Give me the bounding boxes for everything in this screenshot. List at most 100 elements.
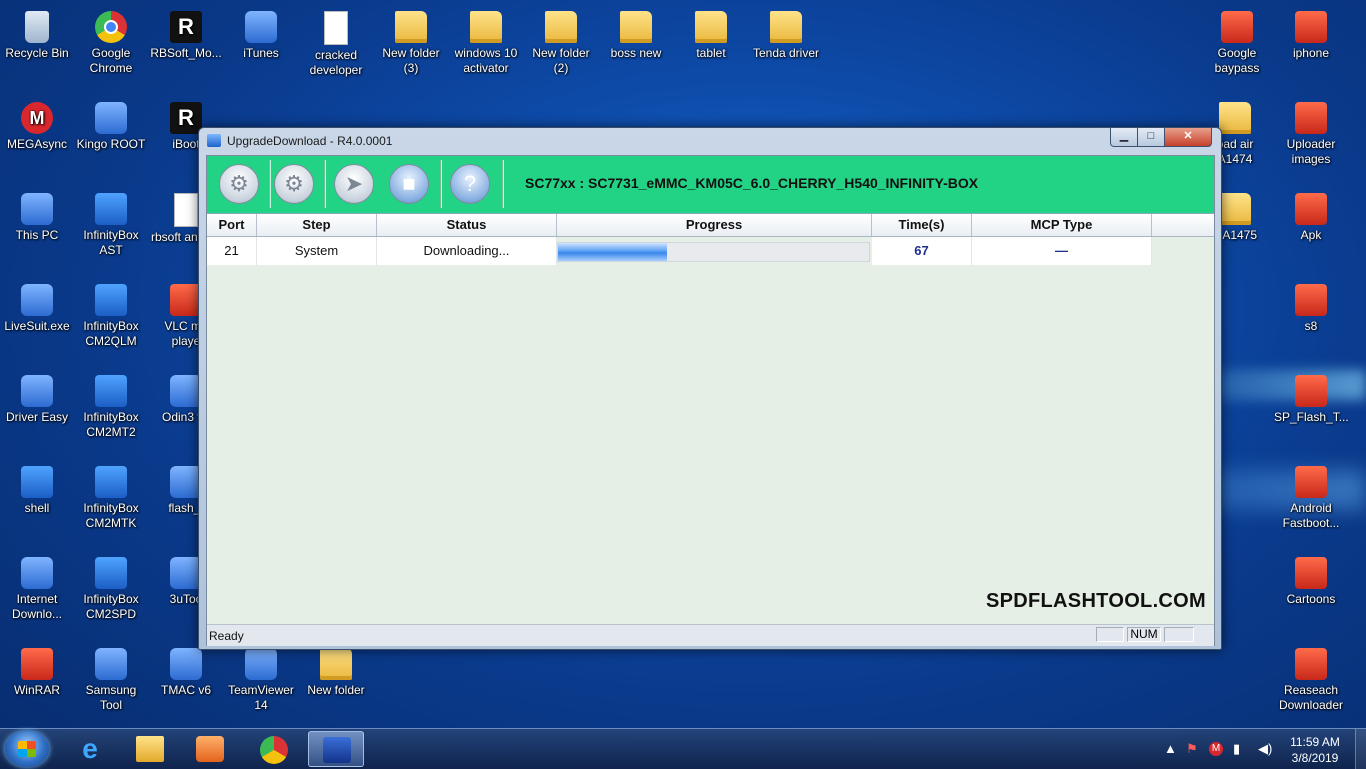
time-cell: 67 <box>872 237 972 265</box>
toolbar: ⚙ ⚙ ➤ ■ ? SC77xx : SC7731_eMMC_KM05C_6.0… <box>207 156 1214 214</box>
stop-icon: ■ <box>402 171 416 196</box>
toolbar-separator <box>440 160 442 208</box>
table-row[interactable]: 21 System Downloading... 67 — <box>207 237 1214 265</box>
desktop-icon-label: TMAC v6 <box>160 683 211 697</box>
desktop-icon[interactable]: Google baypass <box>1200 5 1274 76</box>
desktop-icon[interactable]: Kingo ROOT <box>74 96 148 152</box>
desktop-icon-label: Android Fastboot... <box>1282 501 1340 530</box>
desktop-icon[interactable]: Apk <box>1274 187 1348 243</box>
desktop-icon[interactable]: shell <box>0 460 74 516</box>
load-packet-button[interactable]: ⚙ <box>219 164 259 204</box>
desktop-icon-label: iTunes <box>243 46 279 60</box>
port-cell: 21 <box>207 237 257 265</box>
desktop-icon-label: Cartoons <box>1286 592 1336 606</box>
desktop-icon[interactable]: InfinityBox CM2QLM <box>74 278 148 349</box>
desktop-icon[interactable]: boss new <box>599 5 673 61</box>
desktop-icon[interactable]: tablet <box>674 5 748 61</box>
column-header-port[interactable]: Port <box>207 214 257 236</box>
grid-header: Port Step Status Progress Time(s) MCP Ty… <box>207 214 1214 237</box>
taskbar-upgrade-download[interactable] <box>308 731 364 767</box>
column-header-progress[interactable]: Progress <box>557 214 872 236</box>
taskbar-chrome[interactable] <box>246 731 302 767</box>
desktop-icon[interactable]: TMAC v6 <box>149 642 223 698</box>
desktop-icon[interactable]: s8 <box>1274 278 1348 334</box>
help-button[interactable]: ? <box>450 164 490 204</box>
column-header-step[interactable]: Step <box>257 214 377 236</box>
maximize-button[interactable]: □ <box>1137 128 1165 147</box>
app-icon <box>21 284 53 316</box>
status-pane-num: NUM <box>1127 627 1161 642</box>
desktop-icon[interactable]: Cartoons <box>1274 551 1348 607</box>
shield-icon <box>21 466 53 498</box>
red-icon <box>1295 102 1327 134</box>
column-header-mcp-type[interactable]: MCP Type <box>972 214 1152 236</box>
desktop-icon[interactable]: InfinityBox CM2MTK <box>74 460 148 531</box>
column-header-time[interactable]: Time(s) <box>872 214 972 236</box>
network-icon[interactable]: ▮ <box>1233 741 1240 757</box>
desktop-icon[interactable]: windows 10 activator <box>449 5 523 76</box>
desktop-icon-label: Kingo ROOT <box>76 137 146 151</box>
desktop-icon-label: iphone <box>1292 46 1330 60</box>
red-icon <box>1295 557 1327 589</box>
desktop-icon[interactable]: R RBSoft_Mo... <box>149 5 223 61</box>
desktop-icon[interactable]: cracked developer <box>299 5 373 78</box>
desktop-icon-label: cracked developer <box>309 48 363 77</box>
minimize-button[interactable]: ▁ <box>1110 128 1138 147</box>
app-icon <box>245 648 277 680</box>
red-icon <box>1295 648 1327 680</box>
taskbar-media-player[interactable] <box>182 731 238 767</box>
mega-tray-icon[interactable]: M <box>1209 742 1223 756</box>
app-icon <box>21 557 53 589</box>
mega-icon: M <box>21 102 53 134</box>
taskbar-internet-explorer[interactable]: e <box>62 731 118 767</box>
desktop-icon[interactable]: New folder (2) <box>524 5 598 76</box>
desktop-icon[interactable]: New folder (3) <box>374 5 448 76</box>
desktop-icon[interactable]: Reaseach Downloader <box>1274 642 1348 713</box>
shield-icon <box>95 466 127 498</box>
desktop-icon[interactable]: Google Chrome <box>74 5 148 76</box>
taskbar-file-explorer[interactable] <box>122 731 178 767</box>
stop-button[interactable]: ■ <box>389 164 429 204</box>
desktop-icon-label: InfinityBox CM2MTK <box>83 501 139 530</box>
settings-button[interactable]: ⚙ <box>274 164 314 204</box>
chrome-icon <box>95 11 127 43</box>
desktop-icon[interactable]: LiveSuit.exe <box>0 278 74 334</box>
desktop-icon[interactable]: Uploader images <box>1274 96 1348 167</box>
app-icon <box>95 648 127 680</box>
folder-icon <box>1219 193 1251 225</box>
desktop-icon[interactable]: New folder <box>299 642 373 698</box>
play-icon: ➤ <box>344 171 364 196</box>
desktop-icon[interactable]: Android Fastboot... <box>1274 460 1348 531</box>
clock-date: 3/8/2019 <box>1291 751 1339 765</box>
desktop-icon[interactable]: M MEGAsync <box>0 96 74 152</box>
desktop-icon[interactable]: iTunes <box>224 5 298 61</box>
start-button[interactable] <box>5 731 49 767</box>
desktop-icon[interactable]: TeamViewer 14 <box>224 642 298 713</box>
desktop-icon[interactable]: Internet Downlo... <box>0 551 74 622</box>
desktop-icon[interactable]: Driver Easy <box>0 369 74 425</box>
desktop-icon-label: Google Chrome <box>89 46 133 75</box>
desktop-icon-label: SP_Flash_T... <box>1274 410 1349 424</box>
desktop-icon[interactable]: iphone <box>1274 5 1348 61</box>
show-desktop-button[interactable] <box>1355 729 1366 769</box>
desktop-icon[interactable]: Recycle Bin <box>0 5 74 61</box>
volume-icon[interactable]: ◀) <box>1258 741 1272 757</box>
desktop-icon[interactable]: Samsung Tool <box>74 642 148 713</box>
action-center-flag-icon[interactable]: ⚑ <box>1186 741 1198 757</box>
desktop-icon[interactable]: InfinityBox CM2MT2 <box>74 369 148 440</box>
desktop-icon[interactable]: InfinityBox AST <box>74 187 148 258</box>
close-button[interactable]: ✕ <box>1164 128 1212 147</box>
desktop-icon[interactable]: This PC <box>0 187 74 243</box>
desktop-icon[interactable]: SP_Flash_T... <box>1274 369 1349 425</box>
desktop-icon[interactable]: WinRAR <box>0 642 74 698</box>
desktop-icon[interactable]: Tenda driver <box>749 5 823 61</box>
show-hidden-icons[interactable]: ▲ <box>1164 741 1177 756</box>
start-button[interactable]: ➤ <box>334 164 374 204</box>
desktop-icon-label: New folder (3) <box>382 46 440 75</box>
folder-icon <box>545 11 577 43</box>
desktop-icon[interactable]: InfinityBox CM2SPD <box>74 551 148 622</box>
clock[interactable]: 11:59 AM 3/8/2019 <box>1280 734 1350 766</box>
title-bar[interactable]: UpgradeDownload - R4.0.0001 ▁ □ ✕ <box>199 128 1221 154</box>
column-header-status[interactable]: Status <box>377 214 557 236</box>
folder-icon <box>320 648 352 680</box>
